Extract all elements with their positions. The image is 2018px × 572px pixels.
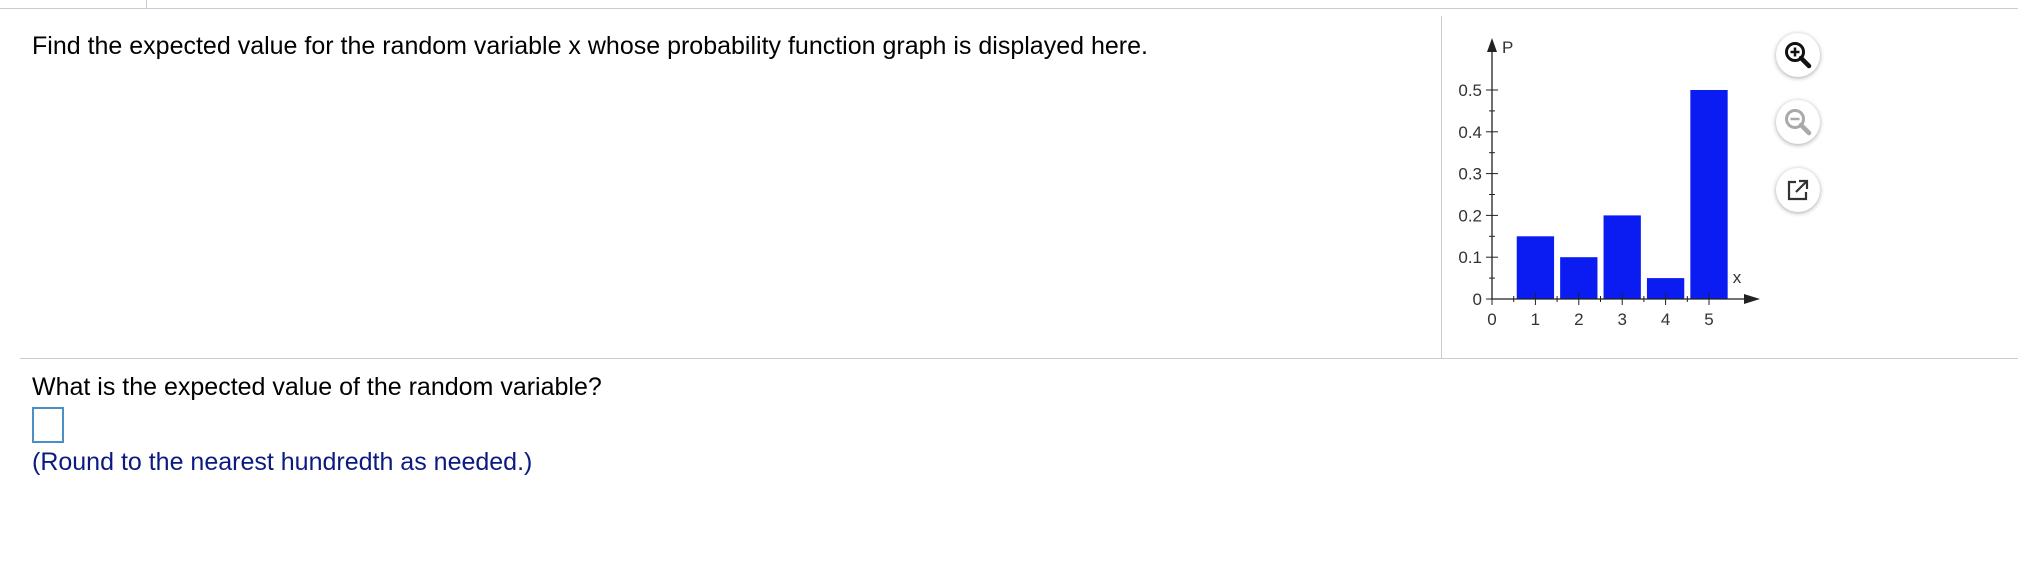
open-in-new-window-button[interactable] (1776, 168, 1820, 212)
chart-bar (1516, 236, 1555, 299)
y-axis-arrow (1487, 38, 1497, 52)
x-axis-label: x (1733, 268, 1742, 287)
x-tick-label: 0 (1487, 310, 1496, 329)
x-axis-arrow (1744, 294, 1760, 304)
x-tick-label: 4 (1661, 310, 1670, 329)
horizontal-divider (20, 358, 2018, 359)
y-tick-label: 0.5 (1458, 81, 1482, 100)
probability-chart: 0 0.1 0.2 0.3 0.4 0.5 0 1 2 3 4 5 Px (1440, 30, 1770, 345)
chart-bar (1690, 90, 1728, 299)
top-tick (146, 0, 147, 9)
y-tick-label: 0.4 (1458, 123, 1482, 142)
zoom-out-button[interactable] (1776, 100, 1820, 144)
y-tick-label: 0 (1473, 290, 1482, 309)
y-tick-label: 0.3 (1458, 165, 1482, 184)
chart-bar (1560, 257, 1598, 299)
y-tick-label: 0.2 (1458, 206, 1482, 225)
x-tick-label: 5 (1704, 310, 1713, 329)
zoom-out-icon (1785, 109, 1812, 136)
x-tick-label: 1 (1531, 310, 1540, 329)
y-tick-label: 0.1 (1458, 248, 1482, 267)
chart-bar (1603, 215, 1641, 299)
x-tick-label: 3 (1617, 310, 1626, 329)
rounding-hint: (Round to the nearest hundredth as neede… (32, 448, 533, 476)
y-axis-label: P (1502, 38, 1513, 57)
probability-chart-svg: 0 0.1 0.2 0.3 0.4 0.5 0 1 2 3 4 5 Px (1458, 38, 1760, 329)
zoom-in-button[interactable] (1776, 33, 1820, 77)
question-text: Find the expected value for the random v… (32, 32, 1148, 60)
x-tick-label: 2 (1574, 310, 1583, 329)
top-rule (0, 8, 2018, 9)
external-link-icon (1787, 179, 1809, 201)
zoom-in-icon (1785, 42, 1812, 69)
answer-prompt: What is the expected value of the random… (32, 373, 602, 401)
answer-input[interactable] (32, 407, 64, 443)
